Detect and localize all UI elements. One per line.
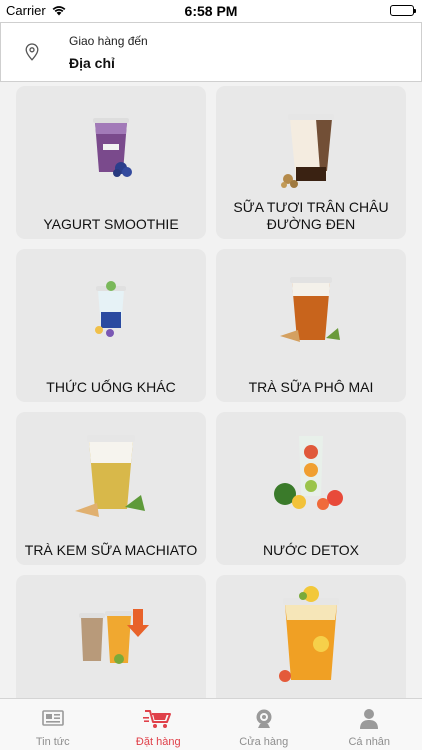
category-title: SỮA TƯƠI TRÂN CHÂU ĐƯỜNG ĐEN xyxy=(233,199,389,232)
tab-ca-nhan[interactable]: Cá nhân xyxy=(317,699,422,750)
delivery-label: Giao hàng đến xyxy=(69,34,148,48)
category-title: THỨC UỐNG KHÁC xyxy=(46,379,176,395)
status-time: 6:58 PM xyxy=(184,3,238,19)
drink-image xyxy=(216,412,406,530)
drink-image xyxy=(16,412,206,530)
category-title: TRÀ KEM SỮA MACHIATO xyxy=(24,542,198,558)
bottom-tab-bar: Tin tức Đặt hàng Cửa hàng Cá nhân xyxy=(0,698,422,750)
category-card-tra-kem-sua-machiato[interactable]: TRÀ KEM SỮA MACHIATO xyxy=(16,412,206,565)
drink-image xyxy=(16,86,206,204)
location-pin-icon xyxy=(25,43,39,66)
news-icon xyxy=(0,708,106,732)
drink-image xyxy=(216,86,406,204)
cart-icon xyxy=(106,708,212,732)
delivery-address-value[interactable]: Địa chỉ xyxy=(69,55,115,71)
delivery-address-bar[interactable]: Giao hàng đến Địa chỉ xyxy=(0,22,422,82)
drink-image xyxy=(16,249,206,367)
category-card-nuoc-detox[interactable]: NƯỚC DETOX xyxy=(216,412,406,565)
category-grid: YAGURT SMOOTHIE SỮA TƯƠI TRÂN CHÂU ĐƯỜNG… xyxy=(0,82,422,698)
person-icon xyxy=(317,708,422,732)
tab-tin-tuc[interactable]: Tin tức xyxy=(0,699,106,750)
tab-label: Tin tức xyxy=(35,736,70,748)
tab-label: Cửa hàng xyxy=(239,736,289,748)
category-card-thuc-uong-khac[interactable]: THỨC UỐNG KHÁC xyxy=(16,249,206,402)
battery-icon xyxy=(390,5,416,16)
category-title: TRÀ SỮA PHÔ MAI xyxy=(248,379,374,395)
store-icon xyxy=(211,708,317,732)
drink-image xyxy=(216,575,406,693)
tab-label: Đặt hàng xyxy=(135,736,181,748)
category-card-sua-tuoi-tran-chau-duong-den[interactable]: SỮA TƯƠI TRÂN CHÂU ĐƯỜNG ĐEN xyxy=(216,86,406,239)
tab-cua-hang[interactable]: Cửa hàng xyxy=(211,699,317,750)
drink-image xyxy=(16,575,206,693)
category-card-7[interactable] xyxy=(16,575,206,698)
tab-dat-hang[interactable]: Đặt hàng xyxy=(106,699,212,750)
status-bar: Carrier 6:58 PM xyxy=(0,0,422,22)
category-card-8[interactable] xyxy=(216,575,406,698)
category-card-yagurt-smoothie[interactable]: YAGURT SMOOTHIE xyxy=(16,86,206,239)
category-title: NƯỚC DETOX xyxy=(262,542,360,558)
drink-image xyxy=(216,249,406,367)
tab-label: Cá nhân xyxy=(348,736,391,748)
category-title: YAGURT SMOOTHIE xyxy=(43,216,179,232)
category-card-tra-sua-pho-mai[interactable]: TRÀ SỮA PHÔ MAI xyxy=(216,249,406,402)
